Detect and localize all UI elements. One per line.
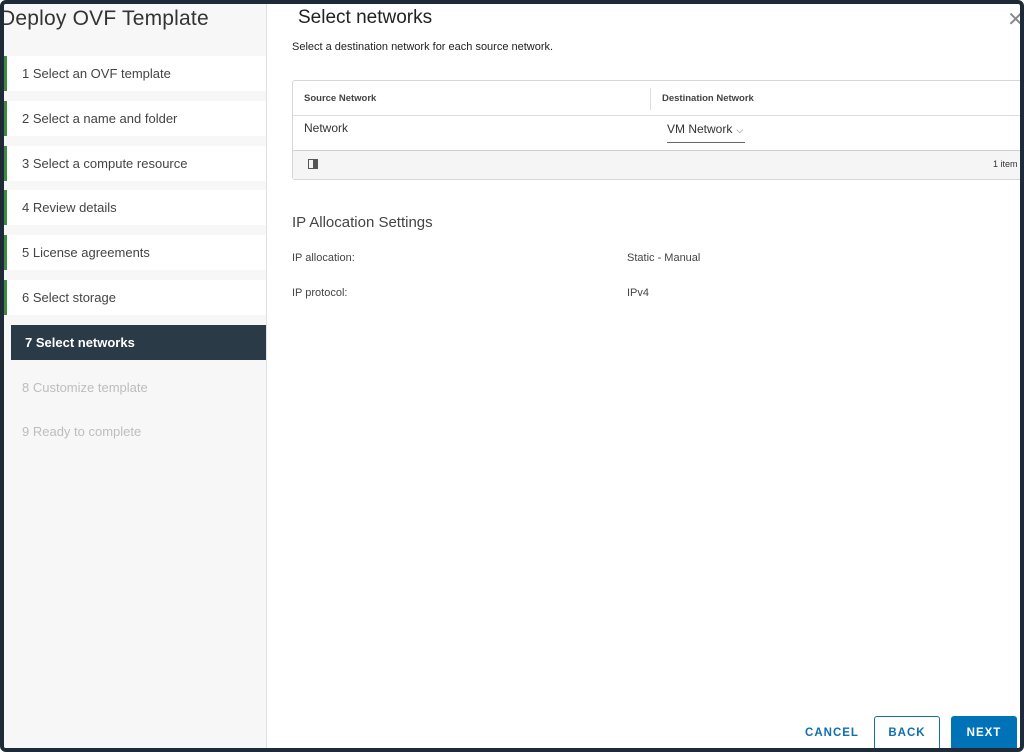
step-complete-bar — [4, 235, 7, 271]
step-select-compute-resource[interactable]: 3 Select a compute resource — [4, 145, 266, 181]
column-divider[interactable] — [650, 88, 651, 110]
step-label: 7 Select networks — [25, 334, 135, 350]
step-label: 1 Select an OVF template — [22, 66, 171, 81]
step-label: 3 Select a compute resource — [22, 155, 188, 171]
step-review-details[interactable]: 4 Review details — [4, 190, 266, 226]
step-select-storage[interactable]: 6 Select storage — [4, 279, 266, 315]
table-row: Network VM Network ⌵ — [293, 116, 1020, 152]
grid-header: Source Network Destination Network — [293, 81, 1020, 116]
step-license-agreements[interactable]: 5 License agreements — [4, 235, 266, 271]
destination-network-select[interactable]: VM Network ⌵ — [667, 122, 746, 143]
grid-footer: 1 item — [293, 151, 1020, 179]
ip-allocation-label: IP allocation: — [292, 252, 355, 264]
wizard-dialog: Deploy OVF Template 1 Select an OVF temp… — [0, 0, 1024, 752]
ip-allocation-settings-title: IP Allocation Settings — [292, 214, 433, 231]
column-toggle-icon[interactable] — [308, 159, 318, 169]
step-label: 4 Review details — [22, 200, 117, 216]
step-ready-to-complete: 9 Ready to complete — [4, 414, 266, 449]
ip-allocation-value: Static - Manual — [627, 252, 701, 264]
step-label: 9 Ready to complete — [22, 424, 142, 440]
step-select-ovf-template[interactable]: 1 Select an OVF template — [4, 56, 266, 91]
cancel-button[interactable]: CANCEL — [797, 716, 867, 748]
column-header-source-network[interactable]: Source Network — [304, 93, 376, 104]
step-select-networks[interactable]: 7 Select networks — [11, 324, 266, 360]
wizard-content: Select networks ✕ Select a destination n… — [267, 4, 1020, 748]
next-button[interactable]: NEXT — [951, 716, 1017, 748]
page-title: Select networks — [298, 7, 433, 28]
grid-item-count: 1 item — [993, 159, 1018, 169]
step-complete-bar — [4, 56, 7, 91]
ip-protocol-label: IP protocol: — [292, 287, 348, 299]
step-complete-bar — [4, 100, 7, 136]
step-label: 5 License agreements — [22, 245, 150, 261]
step-label: 8 Customize template — [22, 379, 148, 395]
network-mapping-grid: Source Network Destination Network Netwo… — [292, 80, 1020, 180]
wizard-title: Deploy OVF Template — [0, 7, 209, 30]
step-select-name-folder[interactable]: 2 Select a name and folder — [4, 100, 266, 136]
destination-network-value: VM Network — [667, 122, 733, 136]
chevron-down-icon: ⌵ — [736, 125, 744, 135]
ip-protocol-value: IPv4 — [627, 287, 650, 299]
step-label: 2 Select a name and folder — [22, 110, 178, 126]
back-button[interactable]: BACK — [874, 716, 940, 748]
step-customize-template: 8 Customize template — [4, 370, 266, 405]
source-network-cell: Network — [304, 121, 349, 135]
wizard-steps: 1 Select an OVF template 2 Select a name… — [4, 56, 266, 459]
step-complete-bar — [4, 279, 7, 315]
wizard-sidebar: Deploy OVF Template 1 Select an OVF temp… — [4, 4, 267, 748]
column-header-destination-network[interactable]: Destination Network — [662, 93, 754, 104]
step-complete-bar — [4, 190, 7, 226]
step-complete-bar — [4, 145, 7, 181]
page-subtitle: Select a destination network for each so… — [292, 41, 554, 53]
close-icon[interactable]: ✕ — [1007, 10, 1020, 30]
step-label: 6 Select storage — [22, 289, 116, 305]
